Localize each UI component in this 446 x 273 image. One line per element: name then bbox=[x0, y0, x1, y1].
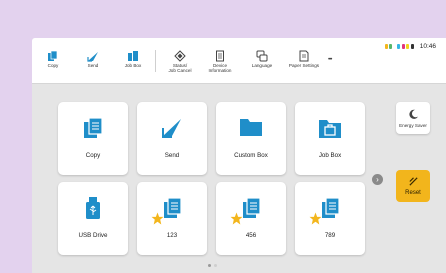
device-info-icon bbox=[216, 50, 224, 62]
toner-black-icon bbox=[410, 44, 414, 49]
tile-copy[interactable]: Copy bbox=[58, 102, 128, 175]
toolbar-send-button[interactable]: Send bbox=[73, 50, 113, 69]
toolbar-status-label: Status/ Job Cancel bbox=[168, 63, 192, 73]
reset-label: Reset bbox=[405, 190, 421, 196]
reset-icon bbox=[408, 177, 418, 186]
star-icon bbox=[230, 212, 243, 225]
toner-magenta-icon bbox=[401, 44, 405, 49]
copy-icon bbox=[84, 117, 103, 138]
toolbar-device-info-label: Device Information bbox=[208, 63, 232, 73]
next-page-chevron-icon[interactable]: › bbox=[372, 174, 383, 185]
tile-job-box-label: Job Box bbox=[318, 152, 342, 159]
status-area: 10:46 bbox=[384, 43, 436, 50]
tile-program-456[interactable]: 456 bbox=[216, 182, 286, 255]
star-icon bbox=[309, 212, 322, 225]
toolbar-paper-settings-label: Paper Settings bbox=[288, 63, 320, 68]
tile-program-123-label: 123 bbox=[166, 232, 178, 239]
usb-drive-icon bbox=[86, 197, 100, 219]
folder-icon bbox=[240, 119, 262, 136]
job-box-folder-icon bbox=[319, 120, 341, 138]
toner-yellow-icon bbox=[384, 44, 388, 49]
tile-usb-drive-label: USB Drive bbox=[78, 232, 108, 239]
toolbar-divider bbox=[155, 50, 156, 72]
toolbar-language-button[interactable]: Language bbox=[242, 50, 282, 69]
tile-program-456-label: 456 bbox=[245, 232, 257, 239]
tile-program-123[interactable]: 123 bbox=[137, 182, 207, 255]
tile-custom-box[interactable]: Custom Box bbox=[216, 102, 286, 175]
toolbar-job-box-button[interactable]: Job Box bbox=[113, 50, 153, 69]
tile-copy-label: Copy bbox=[85, 152, 101, 159]
clock-time: 10:46 bbox=[419, 43, 436, 50]
tile-send-label: Send bbox=[164, 152, 180, 159]
toolbar-job-box-label: Job Box bbox=[124, 63, 142, 68]
status-icon bbox=[174, 50, 186, 62]
toolbar-paper-settings-button[interactable]: Paper Settings bbox=[284, 50, 324, 69]
energy-saver-button[interactable]: Energy Saver bbox=[396, 102, 430, 134]
toolbar-copy-label: Copy bbox=[47, 63, 59, 68]
spacer-icon bbox=[393, 44, 396, 49]
energy-saver-label: Energy Saver bbox=[399, 122, 427, 128]
reset-button[interactable]: Reset bbox=[396, 170, 430, 202]
favorite-program-icon bbox=[243, 197, 261, 218]
tile-usb-drive[interactable]: USB Drive bbox=[58, 182, 128, 255]
toolbar-status-job-cancel-button[interactable]: Status/ Job Cancel bbox=[160, 50, 200, 74]
toner-cyan-icon bbox=[397, 44, 401, 49]
send-icon bbox=[162, 119, 181, 138]
toner-yellow-level-icon bbox=[406, 44, 410, 49]
page-indicator bbox=[208, 264, 217, 267]
tile-job-box[interactable]: Job Box bbox=[295, 102, 365, 175]
tile-program-789[interactable]: 789 bbox=[295, 182, 365, 255]
tile-custom-box-label: Custom Box bbox=[234, 152, 268, 159]
tile-send[interactable]: Send bbox=[137, 102, 207, 175]
page-dot-active bbox=[208, 264, 211, 267]
toolbar-more-button[interactable]: ••• bbox=[328, 57, 332, 63]
toolbar-send-label: Send bbox=[87, 63, 99, 68]
toolbar-device-information-button[interactable]: Device Information bbox=[200, 50, 240, 74]
panel-screen: Copy Send Job Box Status/ Job Cancel Dev… bbox=[32, 38, 446, 273]
page-dot bbox=[214, 264, 217, 267]
network-icon bbox=[389, 44, 393, 49]
job-box-icon bbox=[128, 51, 138, 61]
star-icon bbox=[151, 212, 164, 225]
favorite-program-icon bbox=[164, 197, 182, 218]
tile-program-789-label: 789 bbox=[324, 232, 336, 239]
send-icon bbox=[87, 52, 98, 62]
top-toolbar: Copy Send Job Box Status/ Job Cancel Dev… bbox=[32, 38, 446, 84]
moon-icon bbox=[408, 109, 418, 119]
paper-settings-icon bbox=[299, 50, 309, 62]
status-icons bbox=[384, 44, 414, 49]
toolbar-copy-button[interactable]: Copy bbox=[33, 50, 73, 69]
copy-icon bbox=[48, 50, 58, 61]
language-icon bbox=[256, 50, 268, 62]
favorite-program-icon bbox=[322, 197, 340, 218]
toolbar-language-label: Language bbox=[251, 63, 273, 68]
